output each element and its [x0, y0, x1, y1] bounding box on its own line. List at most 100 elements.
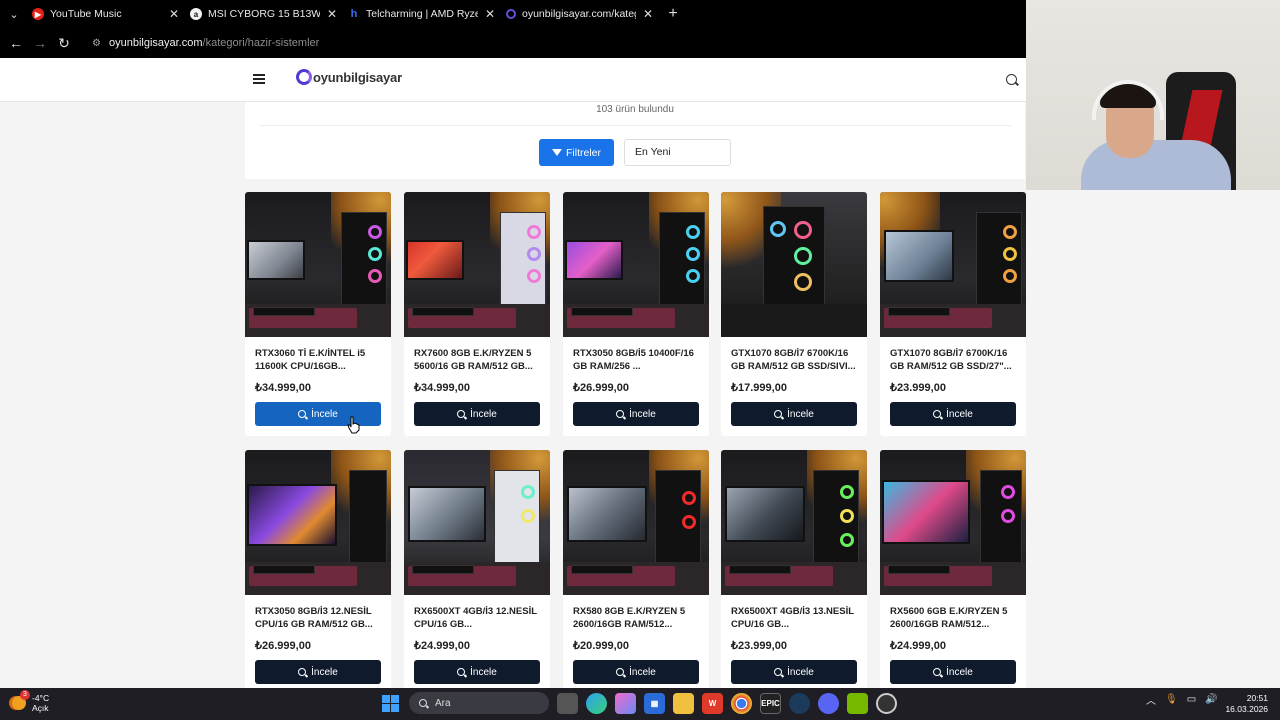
- search-icon: [774, 410, 783, 418]
- new-tab-plus-icon[interactable]: +: [660, 5, 686, 23]
- inspect-button[interactable]: İncele: [573, 660, 699, 684]
- hand-cursor-icon: [347, 416, 360, 434]
- microphone-icon[interactable]: 🎙: [1165, 694, 1178, 705]
- product-title[interactable]: RX6500XT 4GB/İ3 12.NESİL CPU/16 GB...: [414, 605, 542, 631]
- product-image[interactable]: [721, 192, 867, 337]
- product-image[interactable]: [245, 450, 391, 595]
- tab-msi-cyborg[interactable]: a MSI CYBORG 15 B13WFKG-491 ✕: [186, 1, 344, 27]
- product-card[interactable]: RX7600 8GB E.K/RYZEN 5 5600/16 GB RAM/51…: [404, 192, 550, 436]
- copilot-icon[interactable]: [615, 692, 636, 714]
- inspect-button-label: İncele: [629, 408, 656, 420]
- filter-funnel-icon: [551, 149, 562, 156]
- weather-widget[interactable]: 3 -4°C Açık: [12, 690, 50, 713]
- search-icon[interactable]: [1006, 74, 1017, 85]
- page-empty-area: [1026, 190, 1280, 688]
- product-card[interactable]: RX6500XT 4GB/İ3 12.NESİL CPU/16 GB... ₺2…: [404, 450, 550, 688]
- inspect-button[interactable]: İncele: [731, 402, 857, 426]
- inspect-button-label: İncele: [629, 666, 656, 678]
- tab-youtube-music[interactable]: ▶ YouTube Music ✕: [28, 1, 186, 27]
- product-card[interactable]: GTX1070 8GB/İ7 6700K/16 GB RAM/512 GB SS…: [721, 192, 867, 436]
- inspect-button[interactable]: İncele: [573, 402, 699, 426]
- close-icon[interactable]: ✕: [484, 7, 496, 21]
- product-title[interactable]: RX580 8GB E.K/RYZEN 5 2600/16GB RAM/512.…: [573, 605, 701, 631]
- network-icon[interactable]: ▭: [1187, 694, 1196, 705]
- hamburger-menu-icon[interactable]: [253, 74, 265, 84]
- product-title[interactable]: RX7600 8GB E.K/RYZEN 5 5600/16 GB RAM/51…: [414, 347, 542, 373]
- product-card[interactable]: RX5600 6GB E.K/RYZEN 5 2600/16GB RAM/512…: [880, 450, 1026, 688]
- product-image[interactable]: [563, 192, 709, 337]
- search-icon: [298, 410, 307, 418]
- product-card[interactable]: GTX1070 8GB/İ7 6700K/16 GB RAM/512 GB SS…: [880, 192, 1026, 436]
- logo-text: oyunbilgisayar: [313, 69, 402, 85]
- search-icon: [457, 410, 466, 418]
- inspect-button[interactable]: İncele: [890, 660, 1016, 684]
- tab-oyunbilgisayar[interactable]: oyunbilgisayar.com/kategori/ha ✕: [502, 1, 660, 27]
- close-icon[interactable]: ✕: [168, 7, 180, 21]
- forward-arrow-icon[interactable]: →: [28, 35, 52, 51]
- product-image[interactable]: [721, 450, 867, 595]
- product-image[interactable]: [563, 450, 709, 595]
- chrome-icon[interactable]: [731, 692, 752, 714]
- discord-icon[interactable]: [818, 692, 839, 714]
- product-price: ₺34.999,00: [414, 382, 470, 394]
- product-card[interactable]: RX580 8GB E.K/RYZEN 5 2600/16GB RAM/512.…: [563, 450, 709, 688]
- product-image[interactable]: [245, 192, 391, 337]
- tab-label: MSI CYBORG 15 B13WFKG-491: [208, 8, 320, 20]
- task-view-icon[interactable]: [557, 692, 578, 714]
- inspect-button[interactable]: İncele: [255, 402, 381, 426]
- inspect-button-label: İncele: [787, 666, 814, 678]
- recording-app-icon[interactable]: [876, 692, 897, 714]
- inspect-button[interactable]: İncele: [890, 402, 1016, 426]
- product-card[interactable]: RTX3060 Tİ E.K/İNTEL i5 11600K CPU/16GB.…: [245, 192, 391, 436]
- product-image[interactable]: [404, 192, 550, 337]
- volume-icon[interactable]: 🔊: [1205, 694, 1217, 705]
- system-clock[interactable]: 20:51 16.03.2026: [1222, 693, 1268, 715]
- close-icon[interactable]: ✕: [326, 7, 338, 21]
- url-path: /kategori/hazir-sistemler: [202, 37, 320, 49]
- site-info-icon[interactable]: ⚙: [92, 38, 101, 49]
- steam-icon[interactable]: [789, 692, 810, 714]
- inspect-button[interactable]: İncele: [255, 660, 381, 684]
- inspect-button[interactable]: İncele: [414, 660, 540, 684]
- nvidia-icon[interactable]: [847, 692, 868, 714]
- product-price: ₺23.999,00: [731, 640, 787, 652]
- office-icon[interactable]: W: [702, 692, 723, 714]
- site-logo[interactable]: oyunbilgisayar: [296, 69, 402, 85]
- product-title[interactable]: RTX3050 8GB/İ5 10400F/16 GB RAM/256 ...: [573, 347, 701, 373]
- result-count: 103 ürün bulundu: [596, 104, 674, 115]
- product-title[interactable]: RX5600 6GB E.K/RYZEN 5 2600/16GB RAM/512…: [890, 605, 1018, 631]
- product-card[interactable]: RTX3050 8GB/İ3 12.NESİL CPU/16 GB RAM/51…: [245, 450, 391, 688]
- reload-icon[interactable]: ↻: [52, 35, 76, 52]
- taskbar-search[interactable]: Ara: [409, 692, 549, 714]
- taskbar-apps: Ara ▦ W EPIC: [380, 692, 897, 714]
- product-title[interactable]: RTX3050 8GB/İ3 12.NESİL CPU/16 GB RAM/51…: [255, 605, 383, 631]
- product-title[interactable]: RX6500XT 4GB/İ3 13.NESİL CPU/16 GB...: [731, 605, 859, 631]
- url-field[interactable]: ⚙ oyunbilgisayar.com /kategori/hazir-sis…: [92, 37, 319, 49]
- inspect-button[interactable]: İncele: [731, 660, 857, 684]
- product-title[interactable]: GTX1070 8GB/İ7 6700K/16 GB RAM/512 GB SS…: [731, 347, 859, 373]
- tab-label: YouTube Music: [50, 8, 122, 20]
- windows-start-icon[interactable]: [380, 693, 401, 714]
- back-arrow-icon[interactable]: ←: [4, 35, 28, 51]
- tray-overflow-chevron-icon[interactable]: ︿: [1146, 692, 1156, 707]
- epic-games-icon[interactable]: EPIC: [760, 692, 781, 714]
- sort-select[interactable]: En Yeni: [624, 139, 731, 166]
- tab-search-chevron-icon[interactable]: ⌄: [0, 8, 28, 21]
- store-icon[interactable]: ▦: [644, 692, 665, 714]
- close-icon[interactable]: ✕: [642, 7, 654, 21]
- edge-icon[interactable]: [586, 692, 607, 714]
- product-image[interactable]: [404, 450, 550, 595]
- product-price: ₺34.999,00: [255, 382, 311, 394]
- tab-telcharming[interactable]: h Telcharming | AMD Ryzen 5 56 ✕: [344, 1, 502, 27]
- product-card[interactable]: RX6500XT 4GB/İ3 13.NESİL CPU/16 GB... ₺2…: [721, 450, 867, 688]
- product-card[interactable]: RTX3050 8GB/İ5 10400F/16 GB RAM/256 ... …: [563, 192, 709, 436]
- filters-button[interactable]: Filtreler: [539, 139, 614, 166]
- youtube-music-icon: ▶: [32, 8, 44, 20]
- file-explorer-icon[interactable]: [673, 692, 694, 714]
- product-image[interactable]: [880, 450, 1026, 595]
- product-title[interactable]: GTX1070 8GB/İ7 6700K/16 GB RAM/512 GB SS…: [890, 347, 1018, 373]
- inspect-button[interactable]: İncele: [414, 402, 540, 426]
- weather-temperature: -4°C: [32, 693, 50, 703]
- product-title[interactable]: RTX3060 Tİ E.K/İNTEL i5 11600K CPU/16GB.…: [255, 347, 383, 373]
- product-image[interactable]: [880, 192, 1026, 337]
